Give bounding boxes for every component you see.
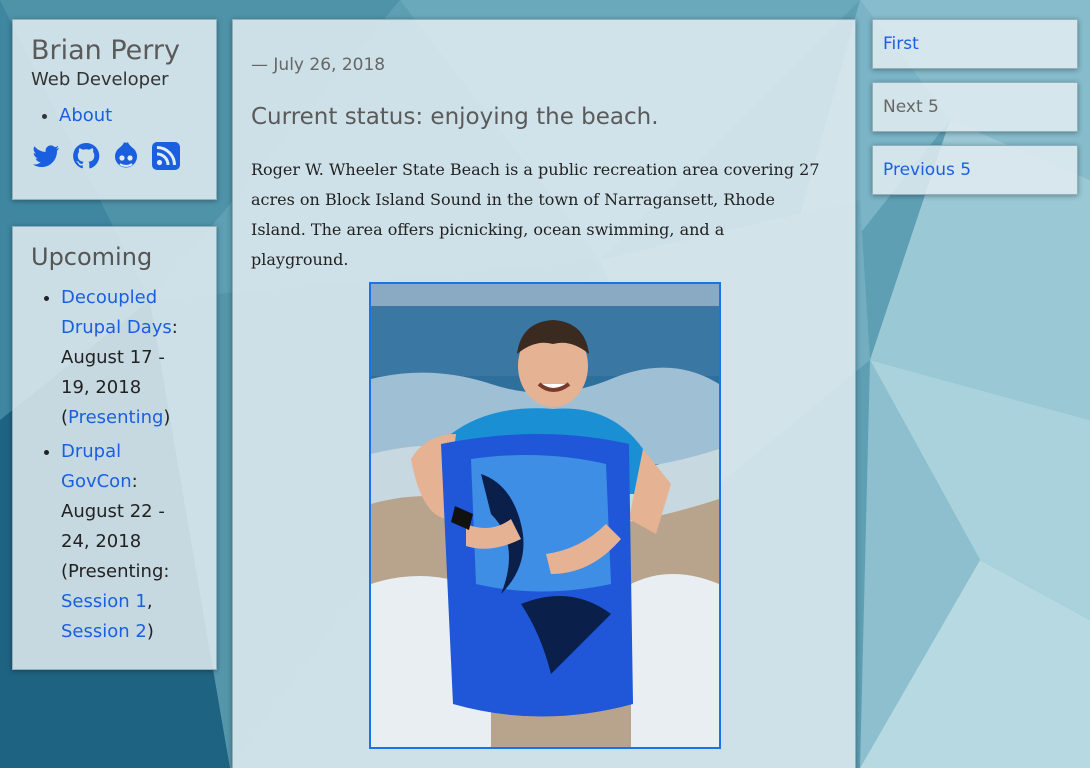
site-title[interactable]: Brian Perry	[31, 34, 198, 68]
event-paren-close: )	[163, 407, 171, 428]
event-link-decoupled-drupal-days[interactable]: Decoupled Drupal Days	[61, 287, 172, 338]
upcoming-heading: Upcoming	[31, 243, 153, 271]
pager-next-label: Next 5	[883, 97, 939, 117]
presenting-link[interactable]: Presenting	[68, 407, 163, 428]
site-subtitle: Web Developer	[31, 69, 169, 90]
session-2-link[interactable]: Session 2	[61, 621, 147, 642]
event-separator: :	[171, 317, 178, 338]
twitter-icon[interactable]	[31, 141, 61, 171]
nav-item-about: About	[59, 103, 198, 129]
session-1-link[interactable]: Session 1	[61, 591, 147, 612]
list-item: Drupal GovCon: August 22 - 24, 2018 (Pre…	[61, 437, 198, 647]
profile-card: Brian Perry Web Developer About	[12, 19, 217, 200]
event-paren-close: )	[146, 621, 154, 642]
event-separator: :	[131, 471, 138, 492]
event-dates: August 17 - 19, 2018	[61, 347, 165, 398]
pager-first-button[interactable]: First	[872, 19, 1078, 69]
upcoming-card: Upcoming Decoupled Drupal Days: August 1…	[12, 226, 217, 670]
github-icon[interactable]	[71, 141, 101, 171]
upcoming-events-list: Decoupled Drupal Days: August 17 - 19, 2…	[61, 283, 198, 647]
event-role-text: (Presenting:	[61, 561, 170, 582]
pager-next-button: Next 5	[872, 82, 1078, 132]
post-body: Roger W. Wheeler State Beach is a public…	[251, 160, 820, 269]
post-photo[interactable]	[369, 282, 721, 749]
profile-nav: About	[59, 103, 198, 129]
about-link[interactable]: About	[59, 105, 112, 126]
pager-previous-link[interactable]: Previous 5	[883, 160, 971, 180]
list-item: Decoupled Drupal Days: August 17 - 19, 2…	[61, 283, 198, 433]
pager-previous-button[interactable]: Previous 5	[872, 145, 1078, 195]
event-paren-open: (	[61, 407, 69, 428]
event-link-drupal-govcon[interactable]: Drupal GovCon	[61, 441, 132, 492]
post-date: — July 26, 2018	[251, 55, 386, 75]
social-links	[31, 141, 198, 171]
event-comma: ,	[146, 591, 153, 612]
post-title: Current status: enjoying the beach.	[251, 104, 659, 130]
event-dates: August 22 - 24, 2018	[61, 501, 165, 552]
article-card: — July 26, 2018 Current status: enjoying…	[232, 19, 856, 768]
rss-icon[interactable]	[151, 141, 181, 171]
drupal-icon[interactable]	[111, 141, 141, 171]
pager-first-link[interactable]: First	[883, 34, 919, 54]
